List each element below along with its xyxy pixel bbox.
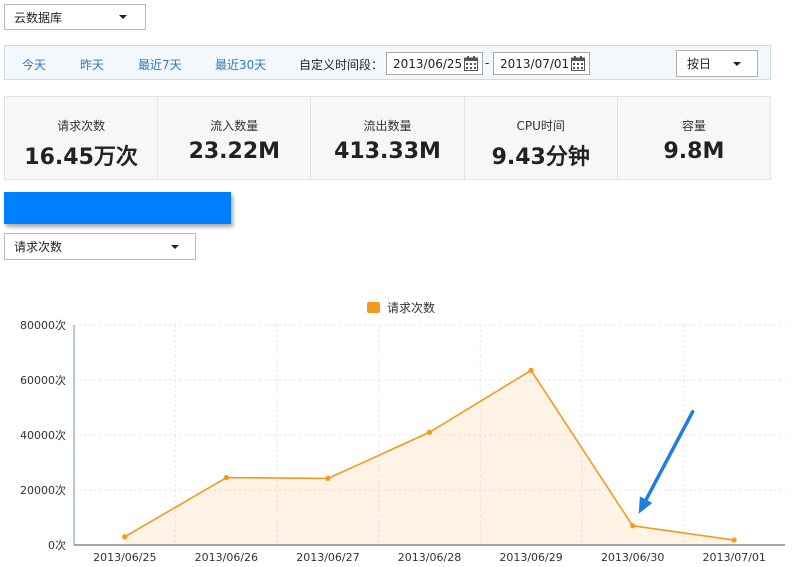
stat-capacity: 容量 9.8M [618, 97, 770, 179]
start-date-input[interactable]: 2013/06/25 [386, 52, 483, 75]
stat-outbound: 流出数量 413.33M [311, 97, 465, 179]
data-point [223, 475, 229, 481]
database-select[interactable]: 云数据库 [4, 4, 146, 30]
end-date-input[interactable]: 2013/07/01 [493, 52, 590, 75]
chevron-down-icon [171, 244, 179, 249]
stat-value: 9.43分钟 [491, 145, 590, 170]
y-tick-label: 0次 [48, 538, 66, 552]
arrow-shaft [644, 410, 695, 502]
range-30days-link[interactable]: 最近30天 [215, 56, 266, 73]
group-by-value: 按日 [687, 57, 712, 71]
data-point [325, 475, 331, 482]
metric-select-value: 请求次数 [14, 240, 63, 254]
metric-select[interactable]: 请求次数 [4, 233, 196, 260]
y-tick-label: 60000次 [20, 373, 66, 387]
y-tick-label: 40000次 [20, 428, 66, 442]
chevron-down-icon [119, 15, 127, 19]
range-yesterday-link[interactable]: 昨天 [80, 56, 104, 73]
legend-label: 请求次数 [387, 300, 435, 315]
x-tick-label: 2013/06/26 [195, 551, 258, 564]
chart-area [124, 369, 735, 545]
x-tick-label: 2013/06/28 [398, 551, 461, 564]
y-axis-labels: 0次 20000次 40000次 60000次 80000次 [20, 318, 66, 552]
stat-cpu-time: CPU时间 9.43分钟 [465, 97, 618, 179]
stat-value: 23.22M [188, 139, 281, 164]
data-point [426, 429, 433, 435]
y-tick-label: 80000次 [20, 318, 66, 332]
stat-label: 请求次数 [57, 119, 106, 133]
stat-value: 413.33M [334, 139, 441, 164]
x-tick-label: 2013/07/01 [703, 551, 766, 564]
x-tick-label: 2013/06/30 [601, 551, 664, 564]
stat-value: 9.8M [663, 139, 725, 164]
stat-label: 流入数量 [210, 119, 259, 133]
chevron-down-icon [733, 61, 741, 66]
stat-inbound: 流入数量 23.22M [158, 97, 312, 179]
start-date-value: 2013/06/25 [393, 56, 463, 71]
stat-value: 16.45万次 [24, 145, 138, 170]
custom-range-label: 自定义时间段： [299, 58, 384, 72]
y-tick-label: 20000次 [20, 483, 66, 497]
database-select-value: 云数据库 [14, 10, 63, 25]
range-7days-link[interactable]: 最近7天 [138, 56, 182, 73]
calendar-icon[interactable] [571, 56, 585, 71]
x-tick-label: 2013/06/25 [93, 551, 156, 564]
data-point [731, 537, 737, 543]
data-point [528, 367, 534, 373]
range-today-link[interactable]: 今天 [22, 56, 46, 73]
stat-label: 流出数量 [363, 119, 412, 133]
time-range-toolbar: 今天 昨天 最近7天 最近30天 自定义时间段： 2013/06/25 - 20… [4, 45, 771, 80]
end-date-value: 2013/07/01 [500, 56, 570, 71]
calendar-icon[interactable] [464, 56, 478, 71]
stat-label: 容量 [681, 119, 706, 133]
group-by-select[interactable]: 按日 [676, 50, 758, 77]
stat-label: CPU时间 [516, 119, 565, 133]
legend-swatch [367, 302, 380, 313]
series-area-fill [124, 370, 735, 545]
data-point [122, 534, 128, 540]
stat-requests: 请求次数 16.45万次 [5, 97, 159, 179]
x-tick-label: 2013/06/29 [499, 551, 562, 564]
stats-summary: 请求次数 16.45万次 流入数量 23.22M 流出数量 413.33M CP… [4, 96, 771, 180]
x-tick-label: 2013/06/27 [296, 551, 359, 564]
requests-chart: 请求次数 0次 20000次 40000次 60000次 80000次 2013/06/… [20, 300, 785, 564]
x-axis-labels: 2013/06/25 2013/06/26 2013/06/27 2013/06/28… [93, 551, 766, 564]
data-point [630, 523, 636, 529]
chart-legend[interactable]: 请求次数 [367, 300, 435, 315]
date-separator: - [485, 56, 490, 70]
highlight-bar [4, 192, 231, 224]
annotation-arrow [638, 410, 695, 514]
